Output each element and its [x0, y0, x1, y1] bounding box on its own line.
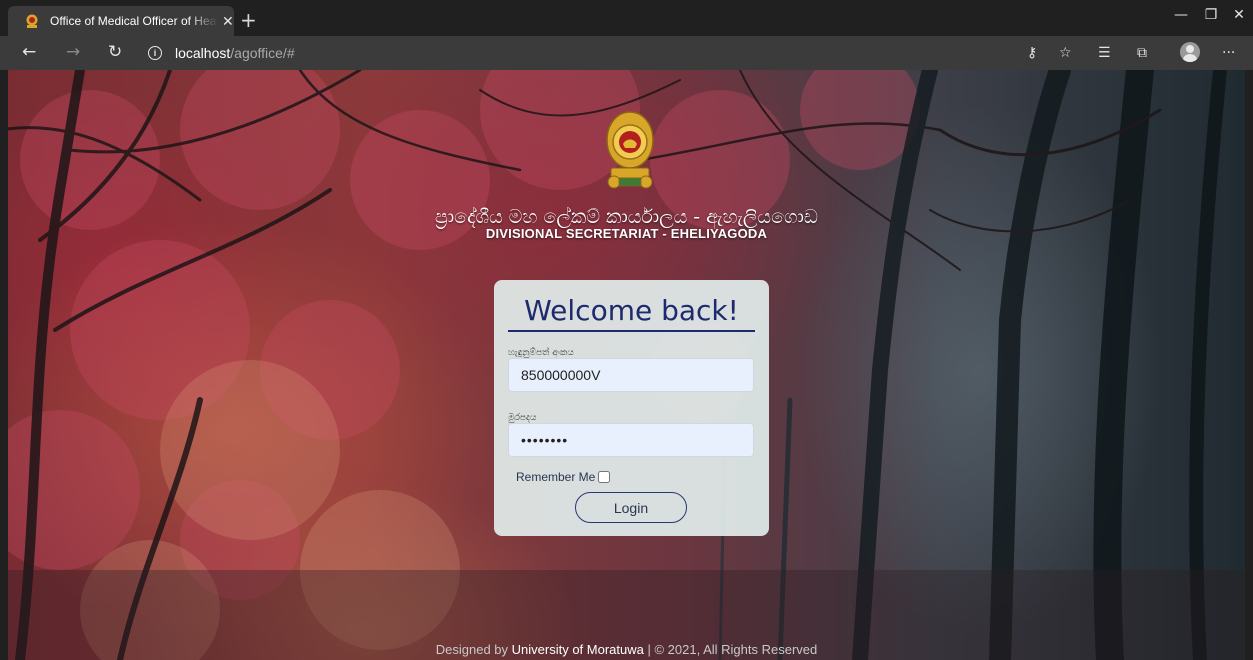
url-host: localhost: [175, 45, 231, 61]
favorites-icon[interactable]: ☰: [1098, 45, 1111, 61]
restore-icon[interactable]: ❐: [1196, 7, 1226, 23]
url-path: /agoffice/#: [230, 45, 295, 61]
password-input[interactable]: [508, 423, 754, 457]
back-icon[interactable]: ←: [22, 42, 36, 62]
browser-tab[interactable]: Office of Medical Officer of Health ✕: [8, 6, 234, 36]
sri-lanka-emblem-icon: [606, 111, 654, 189]
welcome-heading: Welcome back!: [524, 294, 739, 327]
close-window-icon[interactable]: ✕: [1224, 7, 1253, 23]
nic-input[interactable]: [508, 358, 754, 392]
browser-tab-bar: Office of Medical Officer of Health ✕ + …: [0, 0, 1253, 36]
heading-divider: [508, 330, 755, 332]
viewport-left-edge: [0, 70, 8, 660]
app-favicon-icon: [26, 14, 38, 28]
key-icon[interactable]: ⚷: [1027, 45, 1037, 61]
footer: Designed by University of Moratuwa | © 2…: [0, 642, 1253, 657]
viewport-right-edge: [1245, 70, 1253, 660]
tab-title: Office of Medical Officer of Health: [50, 14, 218, 28]
office-title-sinhala: ප්‍රාදේශීය මහ ලේකම් කාර්යාලය - ඇහැලියගොඩ: [435, 206, 818, 228]
login-card: Welcome back! හැඳුනුම්පත් අංකය මුරපදය Re…: [494, 280, 769, 536]
password-label: මුරපදය: [508, 413, 537, 423]
browser-address-bar: ← → ↻ i localhost/agoffice/# ⚷ ☆ ☰ ⧉ ···: [0, 36, 1253, 70]
url-field[interactable]: i localhost/agoffice/#: [140, 40, 1000, 66]
forward-icon[interactable]: →: [66, 42, 80, 62]
nic-label: හැඳුනුම්පත් අංකය: [508, 348, 574, 358]
footer-copyright: | © 2021, All Rights Reserved: [643, 642, 818, 657]
login-button[interactable]: Login: [575, 492, 687, 523]
add-favorite-icon[interactable]: ☆: [1059, 45, 1072, 61]
refresh-icon[interactable]: ↻: [108, 42, 122, 62]
more-icon[interactable]: ···: [1222, 45, 1235, 61]
page-viewport: ප්‍රාදේශීය මහ ලේකම් කාර්යාලය - ඇහැලියගොඩ…: [0, 70, 1253, 660]
remember-me-checkbox[interactable]: [598, 471, 611, 483]
footer-org-link[interactable]: University of Moratuwa: [512, 642, 644, 657]
office-title-english: DIVISIONAL SECRETARIAT - EHELIYAGODA: [485, 226, 768, 241]
close-tab-icon[interactable]: ✕: [222, 13, 234, 30]
new-tab-icon[interactable]: +: [240, 8, 257, 32]
info-icon[interactable]: i: [148, 46, 162, 60]
remember-me-label: Remember Me: [516, 470, 596, 484]
remember-me[interactable]: Remember Me: [516, 470, 611, 484]
minimize-icon[interactable]: —: [1166, 7, 1196, 23]
profile-icon[interactable]: [1180, 42, 1200, 62]
footer-prefix: Designed by: [435, 642, 512, 657]
collections-icon[interactable]: ⧉: [1137, 45, 1147, 61]
